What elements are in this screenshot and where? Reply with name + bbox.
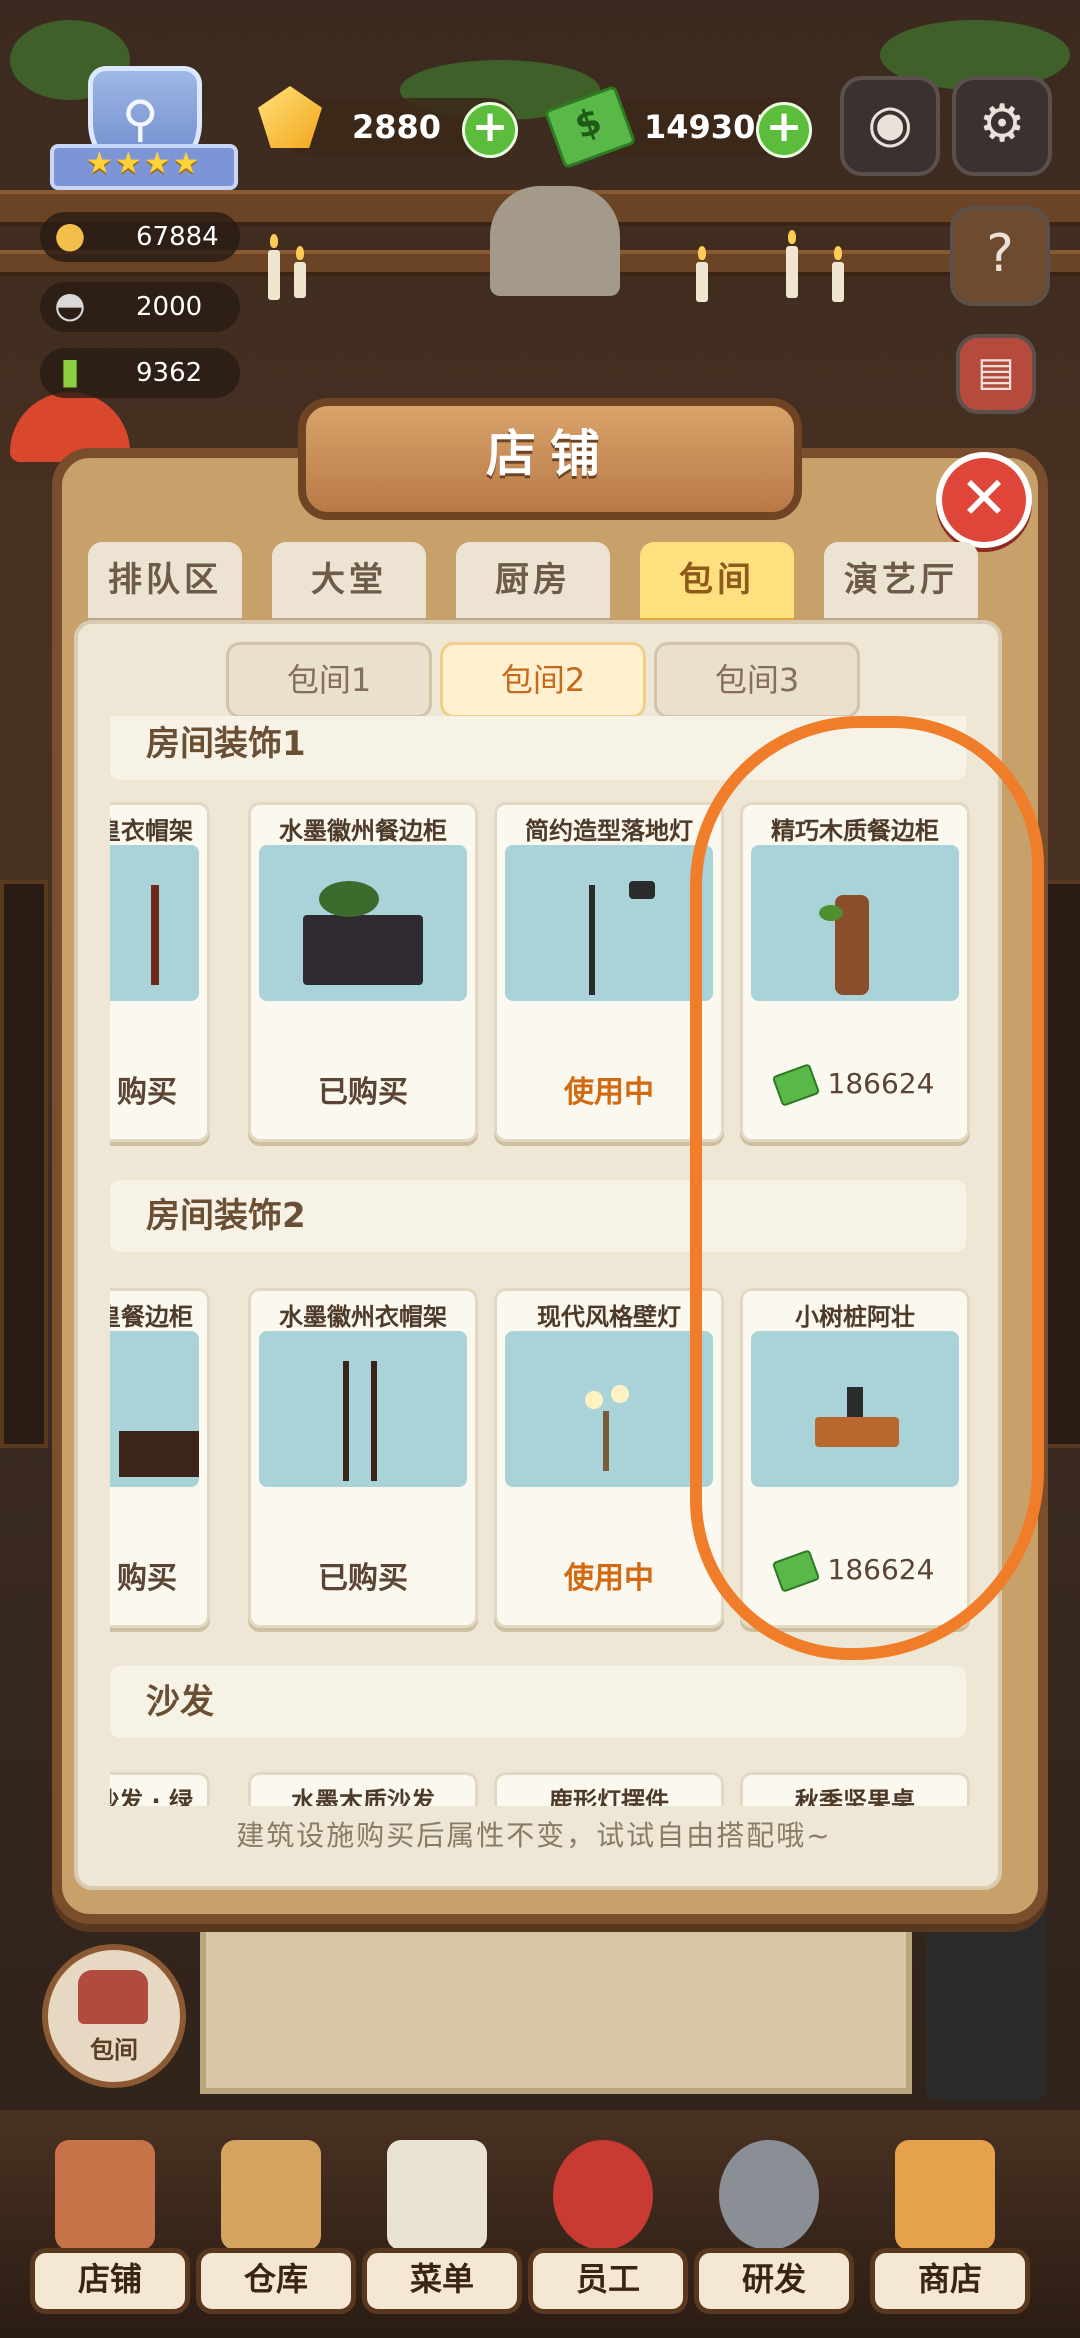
item-card[interactable]: 皇餐边柜 购买 [110,1288,210,1628]
item-name: 现代风格壁灯 [537,1303,681,1331]
nav-menu-label: 菜单 [362,2248,522,2314]
subtab-room-1[interactable]: 包间1 [226,642,432,718]
nav-warehouse[interactable]: 仓库 [196,2130,356,2320]
item-image [505,845,713,1001]
nav-staff-label: 员工 [528,2248,688,2314]
item-status: 使用中 [564,1075,654,1110]
item-card[interactable]: 沙发 · 绿 [110,1772,210,1806]
add-gems-button[interactable]: + [462,102,518,158]
stat-menu-value: 9362 [136,358,203,388]
guide-book-button[interactable]: ? [950,206,1050,306]
recipe-book-icon: ▤ [977,349,1015,395]
player-level-badge[interactable]: ⚲ ★★★★ [50,60,238,190]
camera-button[interactable]: ◉ [840,76,940,176]
panel-title: 店铺 [298,398,802,520]
item-name: 皇衣帽架 [110,817,193,845]
item-card[interactable]: 鹿形灯摆件 [494,1772,724,1806]
item-card[interactable]: 水墨徽州餐边柜 已购买 [248,802,478,1142]
stat-service-value: 2000 [136,292,203,322]
clipboard-icon [387,2140,487,2250]
nav-shop[interactable]: 店铺 [30,2130,190,2320]
item-card[interactable]: 皇衣帽架 购买 [110,802,210,1142]
item-status: 购买 [117,1075,177,1110]
item-image [259,845,467,1001]
wok-icon [719,2140,819,2250]
floor-rug [200,1912,912,2094]
item-image [110,845,199,1001]
stone-house-decoration [490,186,620,296]
nav-store-label: 商店 [870,2248,1030,2314]
item-status: 使用中 [564,1561,654,1596]
item-name: 水墨徽州衣帽架 [279,1303,447,1331]
camera-icon: ◉ [867,94,913,154]
tab-queue-area[interactable]: 排队区 [88,542,242,624]
section-title: 沙发 [146,1682,214,1722]
nav-menu[interactable]: 菜单 [362,2130,522,2320]
stat-income-value: 67884 [136,222,219,252]
private-room-button[interactable]: 包间 [42,1944,186,2088]
subtab-room-3[interactable]: 包间3 [654,642,860,718]
item-image [505,1331,713,1487]
close-icon: ✕ [959,464,1009,532]
coin-bag-icon: ● [54,215,86,256]
section-title: 房间装饰1 [146,724,306,764]
subtab-room-2[interactable]: 包间2 [440,642,646,718]
chef-icon [553,2140,653,2250]
section-header: 沙发 [110,1666,966,1738]
item-status: 购买 [117,1561,177,1596]
tab-performance-hall[interactable]: 演艺厅 [824,542,978,624]
tab-private-room[interactable]: 包间 [640,542,794,624]
section-title: 房间装饰2 [146,1196,306,1236]
nav-staff[interactable]: 员工 [528,2130,688,2320]
stat-menu: ▮ 9362 [40,348,240,398]
item-card[interactable]: 水墨木质沙发 [248,1772,478,1806]
store-icon [895,2140,995,2250]
item-status: 已购买 [318,1075,408,1110]
tab-kitchen[interactable]: 厨房 [456,542,610,624]
sofa-icon [78,1970,148,2024]
nav-research-label: 研发 [694,2248,854,2314]
menu-book-icon: ▮ [60,351,80,392]
settings-button[interactable]: ⚙ [952,76,1052,176]
candle [786,230,798,298]
item-name: 皇餐边柜 [110,1303,193,1331]
private-room-button-label: 包间 [90,2036,138,2064]
item-card[interactable]: 水墨徽州衣帽架 已购买 [248,1288,478,1628]
hint-text: 建筑设施购买后属性不变，试试自由搭配哦~ [236,1819,832,1852]
cloche-icon: ◓ [54,285,86,326]
candle [696,246,708,302]
recipe-book-button[interactable]: ▤ [956,334,1036,414]
candle [268,234,280,300]
nav-research[interactable]: 研发 [694,2130,854,2320]
candle [294,246,306,298]
bookcase [0,880,48,1448]
star-rating-icon: ★★★★ [86,146,202,181]
stat-income: ● 67884 [40,212,240,262]
whisk-icon: ⚲ [122,90,159,148]
nav-shop-label: 店铺 [30,2248,190,2314]
close-button[interactable]: ✕ [936,452,1032,548]
gem-value: 2880 [352,108,442,146]
item-image [110,1331,199,1487]
add-cash-button[interactable]: + [756,102,812,158]
book-question-icon: ? [986,224,1014,284]
gear-icon: ⚙ [978,94,1026,154]
candle [832,246,844,302]
item-name: 鹿形灯摆件 [549,1787,669,1806]
tab-lobby[interactable]: 大堂 [272,542,426,624]
item-status: 已购买 [318,1561,408,1596]
orange-circle-annotation [690,716,1044,1660]
item-name: 简约造型落地灯 [525,817,693,845]
item-name: 水墨木质沙发 [291,1787,435,1806]
stat-service: ◓ 2000 [40,282,240,332]
item-card[interactable]: 秋季坚果桌 [740,1772,970,1806]
item-name: 秋季坚果桌 [795,1787,915,1806]
boxes-icon [221,2140,321,2250]
item-image [259,1331,467,1487]
storefront-icon [55,2140,155,2250]
item-name: 水墨徽州餐边柜 [279,817,447,845]
item-name: 沙发 · 绿 [110,1787,193,1806]
nav-store[interactable]: 商店 [870,2130,1030,2320]
nav-warehouse-label: 仓库 [196,2248,356,2314]
